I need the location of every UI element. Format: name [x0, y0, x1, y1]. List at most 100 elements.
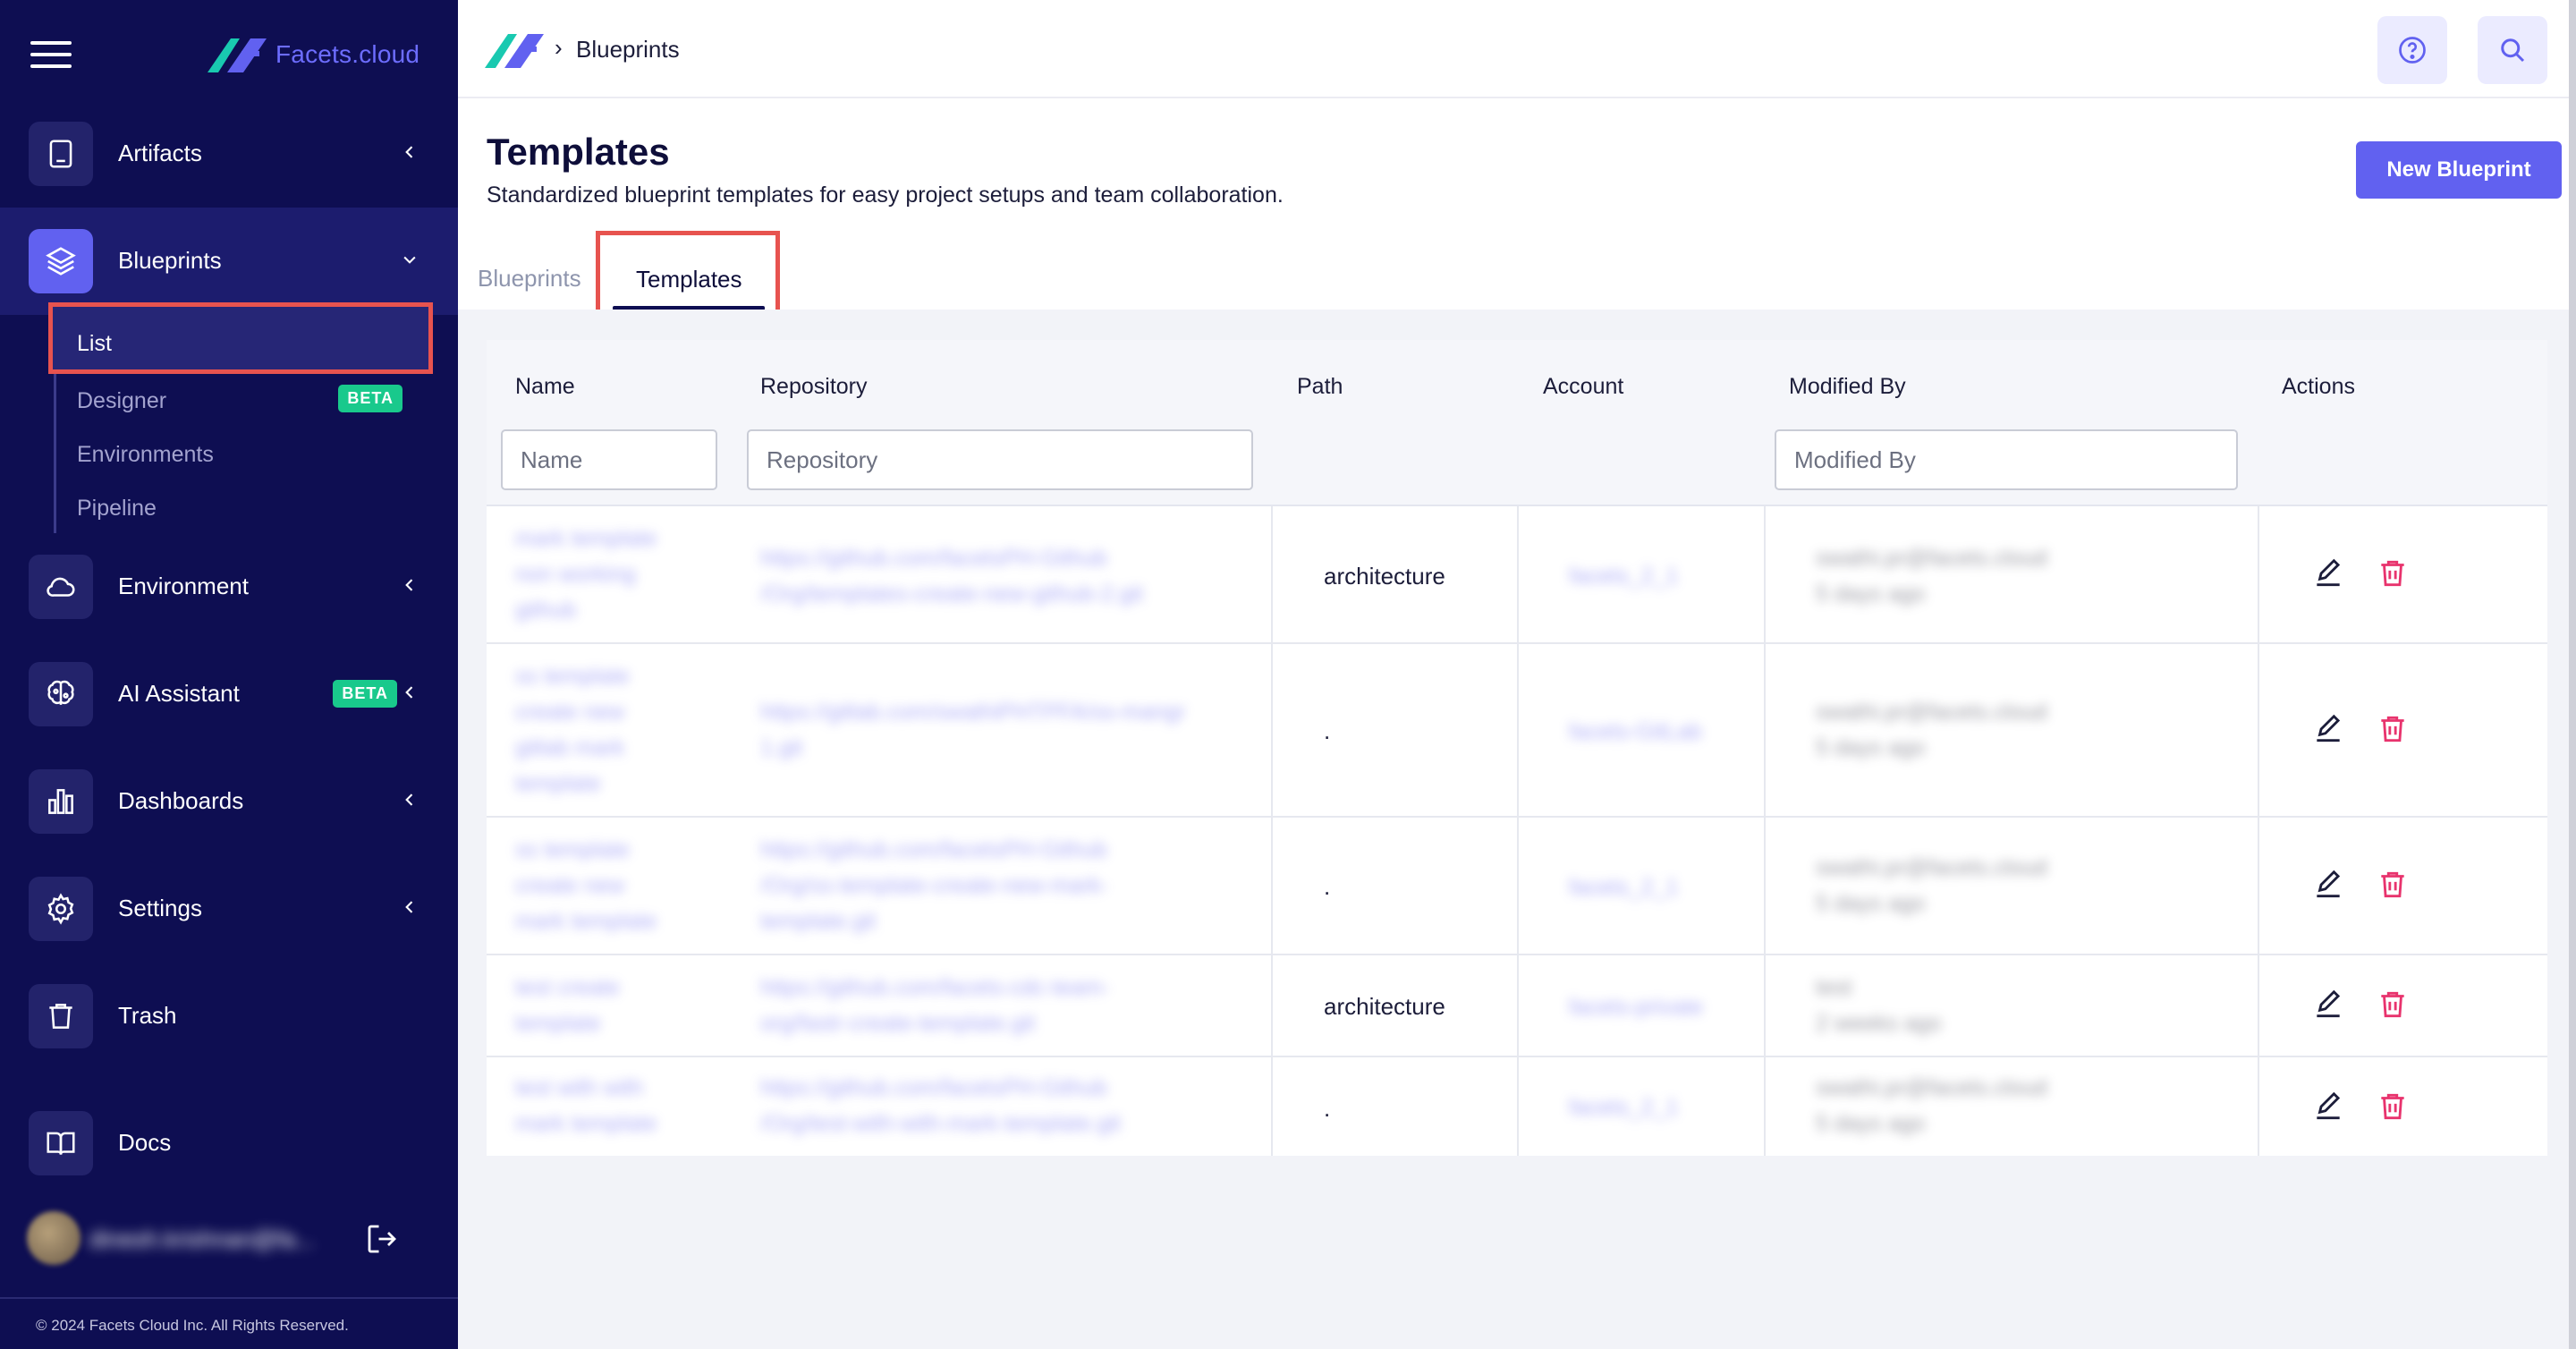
template-name-link[interactable]: mark template non working github: [515, 521, 657, 628]
subnav-item-designer[interactable]: Designer BETA: [55, 374, 422, 428]
table-row[interactable]: ss template create new gitlab mark template…: [487, 644, 2547, 818]
table-row[interactable]: test with with mark template https://gith…: [487, 1057, 2547, 1156]
delete-template-button[interactable]: [2376, 988, 2410, 1022]
column-header-modified-by[interactable]: Modified By: [1789, 374, 1906, 400]
template-name-link[interactable]: ss template create new gitlab mark template: [515, 658, 630, 802]
edit-template-button[interactable]: [2311, 556, 2345, 590]
sidebar-item-label: Artifacts: [118, 140, 202, 166]
column-header-path[interactable]: Path: [1297, 374, 1343, 400]
trash-icon: [2381, 1093, 2404, 1120]
sidebar-item-docs[interactable]: Docs: [0, 1090, 458, 1197]
delete-template-button[interactable]: [2376, 868, 2410, 902]
path-cell: .: [1324, 873, 1331, 900]
sidebar-item-artifacts[interactable]: Artifacts: [0, 100, 458, 208]
modified-by-cell: swathi.pr@facets.cloud 5 days ago: [1816, 855, 2047, 916]
user-profile[interactable]: dinesh.krishnan@fa...: [27, 1211, 429, 1268]
main-content: › Blueprints Templates Standardized blue…: [458, 0, 2576, 1349]
column-header-account[interactable]: Account: [1543, 374, 1623, 400]
edit-template-button[interactable]: [2311, 1090, 2345, 1124]
account-link[interactable]: facets_2_1: [1569, 558, 1678, 594]
sidebar-item-environment[interactable]: Environment: [0, 533, 458, 641]
sidebar-item-settings[interactable]: Settings: [0, 855, 458, 963]
subnav-item-label: Pipeline: [77, 496, 157, 521]
user-name: dinesh.krishnan@fa...: [89, 1226, 315, 1252]
new-blueprint-button[interactable]: New Blueprint: [2356, 141, 2562, 199]
account-link[interactable]: facets_2_1: [1569, 870, 1678, 905]
chevron-left-icon: [397, 140, 422, 165]
sidebar-item-dashboards[interactable]: Dashboards: [0, 748, 458, 855]
table-row[interactable]: ss template create new mark template https…: [487, 818, 2547, 955]
book-icon: [29, 122, 93, 186]
account-link[interactable]: facets_2_1: [1569, 1090, 1678, 1125]
edit-template-button[interactable]: [2311, 868, 2345, 902]
delete-template-button[interactable]: [2376, 556, 2410, 590]
breadcrumb[interactable]: Blueprints: [576, 36, 680, 64]
delete-template-button[interactable]: [2376, 712, 2410, 746]
repository-link[interactable]: https://gitlab.com/swathiPHTPFA/ss-mangr…: [760, 694, 1185, 766]
tab-blueprints[interactable]: Blueprints: [478, 265, 581, 293]
path-cell: architecture: [1324, 563, 1445, 590]
logout-icon[interactable]: [363, 1220, 401, 1258]
content-area: Name Repository Path Account Modified By…: [458, 310, 2576, 1349]
trash-icon: [2381, 871, 2404, 898]
top-bar: › Blueprints: [458, 0, 2576, 98]
chevron-down-icon: [397, 247, 422, 272]
menu-toggle-icon[interactable]: [30, 39, 72, 70]
account-link[interactable]: facets-GitLab: [1569, 714, 1702, 750]
sidebar-item-label: AI Assistant: [118, 680, 240, 707]
repository-link[interactable]: https://github.com/facetsPH-Github/Org/t…: [760, 540, 1143, 612]
pencil-icon: [2317, 558, 2341, 587]
sidebar-item-label: Dashboards: [118, 787, 244, 814]
help-button[interactable]: [2377, 16, 2447, 84]
brand-logo[interactable]: Facets.cloud: [208, 34, 419, 75]
brand-name: Facets.cloud: [275, 40, 420, 68]
sidebar-item-ai-assistant[interactable]: AI Assistant BETA: [0, 641, 458, 748]
name-filter-input[interactable]: [501, 429, 717, 490]
help-icon: [2399, 37, 2426, 64]
cloud-icon: [29, 555, 93, 619]
sidebar-item-blueprints[interactable]: Blueprints: [0, 208, 458, 315]
template-name-link[interactable]: test with with mark template: [515, 1070, 657, 1141]
facets-logo-icon[interactable]: [485, 30, 544, 74]
table-row[interactable]: test create template https://github.com/f…: [487, 955, 2547, 1057]
modified-by-cell: swathi.pr@facets.cloud 5 days ago: [1816, 546, 2047, 607]
table-header: Name Repository Path Account Modified By…: [487, 340, 2547, 506]
pencil-icon: [2317, 1091, 2341, 1120]
subnav-item-pipeline[interactable]: Pipeline: [55, 481, 422, 535]
avatar: [27, 1211, 80, 1265]
account-link[interactable]: facets-private: [1569, 989, 1703, 1025]
gear-icon: [29, 877, 93, 941]
sidebar-item-trash[interactable]: Trash: [0, 963, 458, 1070]
modified-by-cell: test 2 weeks ago: [1816, 975, 1942, 1036]
repository-link[interactable]: https://github.com/facetsPH-Github/Org/s…: [760, 832, 1108, 939]
column-header-actions: Actions: [2282, 374, 2355, 399]
repository-filter-input[interactable]: [747, 429, 1253, 490]
table-row[interactable]: mark template non working github https://g…: [487, 506, 2547, 644]
sidebar-item-label: Environment: [118, 573, 249, 599]
template-name-link[interactable]: ss template create new mark template: [515, 832, 657, 939]
subnav-item-environments[interactable]: Environments: [55, 428, 422, 481]
edit-template-button[interactable]: [2311, 988, 2345, 1022]
path-cell: .: [1324, 1095, 1331, 1122]
subnav-item-list[interactable]: List: [48, 302, 433, 374]
tab-label: Templates: [636, 266, 742, 293]
breadcrumb-separator-icon: ›: [555, 34, 563, 61]
sidebar-item-label: Blueprints: [118, 247, 222, 274]
trash-icon: [2381, 716, 2404, 742]
edit-template-button[interactable]: [2311, 712, 2345, 746]
column-header-name[interactable]: Name: [515, 374, 575, 400]
facets-logo-icon: [208, 38, 267, 72]
page-subtitle: Standardized blueprint templates for eas…: [487, 182, 1284, 208]
template-name-link[interactable]: test create template: [515, 970, 620, 1041]
sidebar-item-label: Settings: [118, 895, 202, 921]
repository-link[interactable]: https://github.com/facets-cdc-team-org/f…: [760, 970, 1109, 1041]
path-cell: architecture: [1324, 993, 1445, 1020]
modified-by-filter-input[interactable]: [1775, 429, 2238, 490]
chevron-left-icon: [397, 573, 422, 598]
delete-template-button[interactable]: [2376, 1090, 2410, 1124]
column-header-repository[interactable]: Repository: [760, 374, 868, 400]
trash-icon: [2381, 560, 2404, 587]
repository-link[interactable]: https://github.com/facetsPH-Github/Org/t…: [760, 1070, 1121, 1141]
search-button[interactable]: [2478, 16, 2547, 84]
subnav-item-label: Environments: [77, 442, 214, 467]
